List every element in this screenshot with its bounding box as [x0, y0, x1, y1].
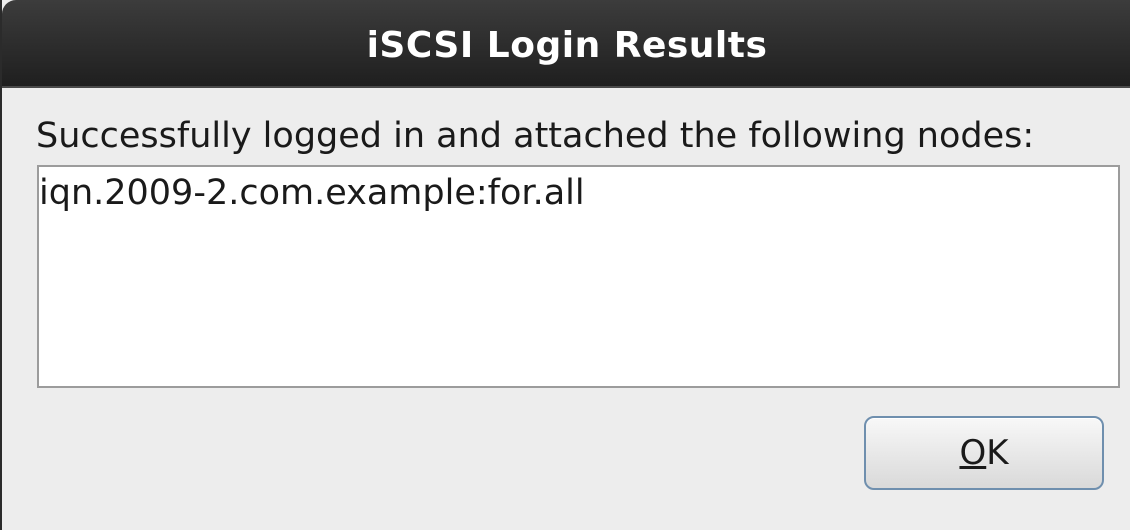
ok-button-label: OK — [959, 433, 1008, 473]
iscsi-login-results-dialog: iSCSI Login Results Successfully logged … — [0, 0, 1130, 530]
ok-button[interactable]: OK — [864, 416, 1104, 490]
dialog-title: iSCSI Login Results — [366, 25, 768, 66]
ok-label-rest: K — [986, 433, 1009, 473]
ok-mnemonic: O — [959, 433, 987, 473]
result-message: Successfully logged in and attached the … — [36, 116, 1035, 156]
attached-nodes-list[interactable]: iqn.2009-2.com.example:for.all — [37, 165, 1120, 388]
list-item[interactable]: iqn.2009-2.com.example:for.all — [39, 171, 585, 215]
dialog-titlebar[interactable]: iSCSI Login Results — [2, 0, 1130, 88]
